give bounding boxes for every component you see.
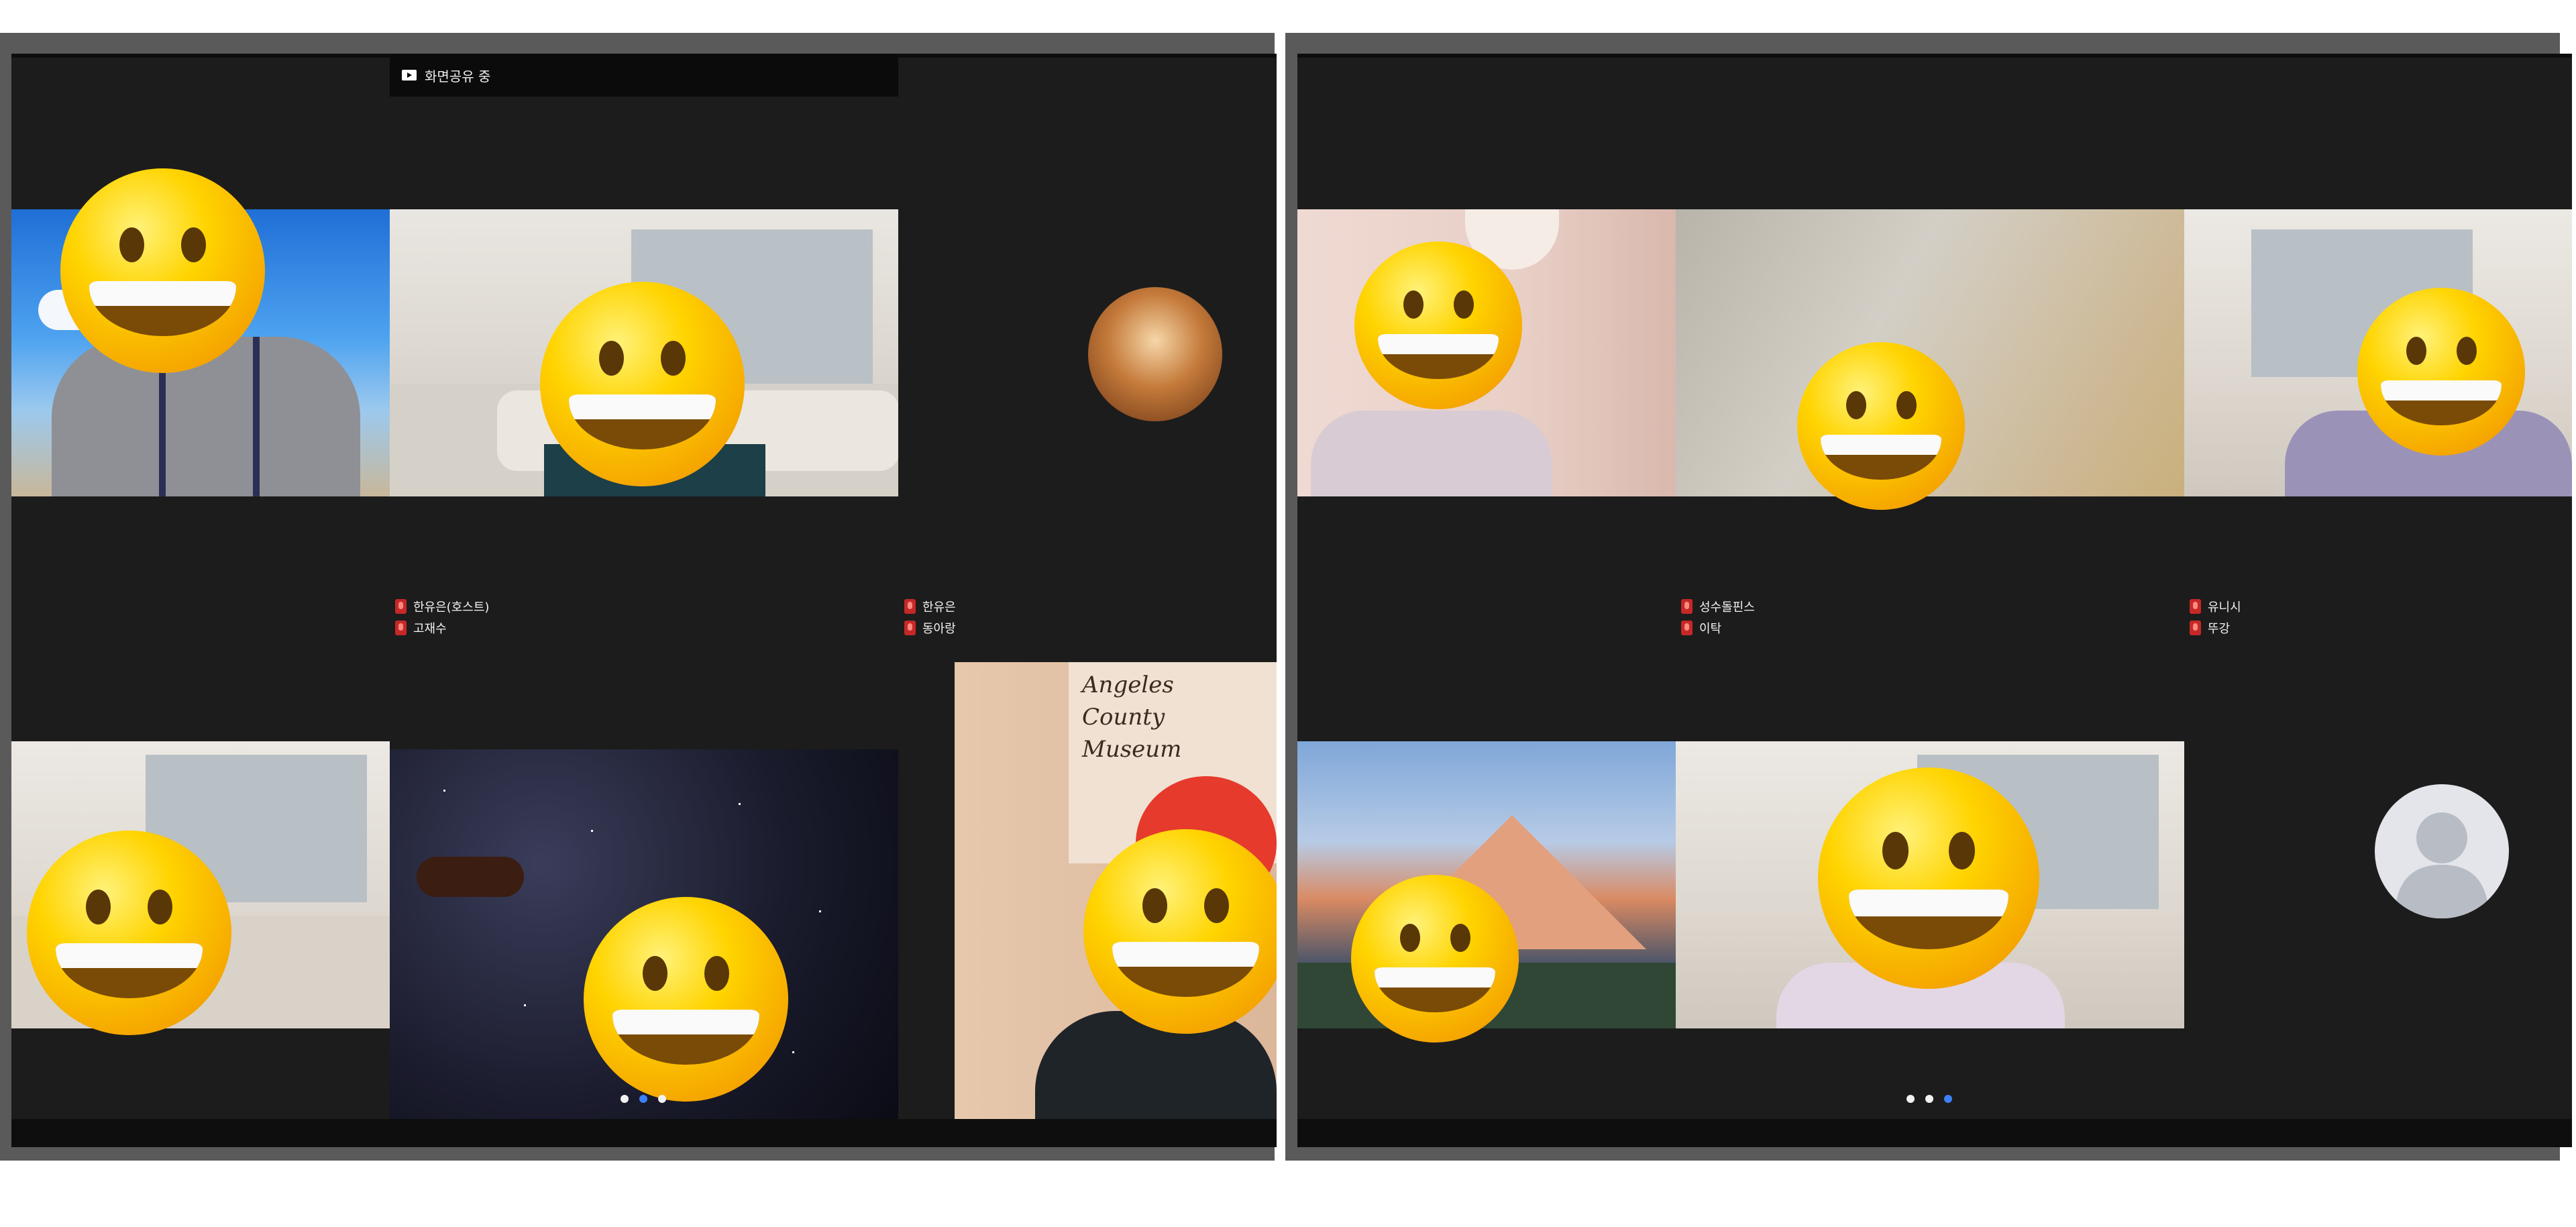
page-dot[interactable] (1907, 1095, 1915, 1103)
bottom-bar (1297, 1119, 2572, 1147)
participant-name: 이탁 (1699, 622, 1722, 636)
mic-muted-icon (904, 599, 916, 614)
mic-muted-icon (395, 599, 407, 614)
participant-name: 한유은 (922, 600, 956, 615)
face-cover-emoji (1351, 875, 1519, 1043)
page-dot-active[interactable] (1944, 1095, 1952, 1103)
participant-avatar[interactable] (1088, 287, 1222, 421)
participant-name: 동아랑 (922, 622, 956, 636)
face-cover-emoji (1797, 342, 1965, 510)
screen-share-banner[interactable]: 화면공유 중 (390, 54, 898, 97)
page-indicator[interactable] (1907, 1095, 1952, 1103)
screen-share-label: 화면공유 중 (425, 68, 491, 85)
name-tag-group-1: 성수돌핀스 이탁 (1681, 598, 1755, 637)
face-cover-emoji (2357, 288, 2525, 456)
screen-share-icon (402, 70, 417, 81)
face-cover-emoji (27, 831, 231, 1035)
participant-name: 한유은(호스트) (413, 600, 490, 615)
face-cover-emoji (540, 282, 745, 486)
status-strip (1297, 54, 2572, 58)
page-dot[interactable] (658, 1095, 666, 1103)
page-indicator[interactable] (621, 1095, 666, 1103)
name-tag-group-1: 한유은(호스트) 고재수 (395, 598, 489, 637)
left-meeting-screen: 화면공유 중 한유은(호스트) 고재수 한유은 동아랑 Angeles Coun… (11, 54, 1277, 1147)
participant-name: 성수돌핀스 (1699, 600, 1755, 615)
right-meeting-screen: 성수돌핀스 이탁 유니시 뚜강 (1297, 54, 2572, 1147)
person-silhouette-icon (2395, 812, 2489, 918)
mic-muted-icon (1681, 621, 1693, 635)
bottom-bar (11, 1119, 1277, 1147)
name-tag-group-2: 한유은 동아랑 (904, 598, 956, 637)
mic-muted-icon (2190, 599, 2201, 614)
person-silhouette-icon[interactable] (2375, 784, 2509, 918)
mic-muted-icon (395, 621, 407, 635)
face-cover-emoji (1083, 829, 1277, 1034)
participant-name: 뚜강 (2208, 622, 2231, 636)
face-cover-emoji (60, 168, 265, 373)
face-cover-emoji (584, 897, 788, 1102)
poster-text: Angeles County Museum (1082, 672, 1182, 763)
mic-muted-icon (1681, 599, 1693, 614)
face-cover-emoji (1818, 767, 2039, 989)
mic-muted-icon (904, 621, 916, 635)
page-dot[interactable] (1925, 1095, 1933, 1103)
right-device-frame: 성수돌핀스 이탁 유니시 뚜강 (1285, 33, 2572, 1161)
left-device-frame: 화면공유 중 한유은(호스트) 고재수 한유은 동아랑 Angeles Coun… (0, 33, 1277, 1161)
page-dot-active[interactable] (639, 1095, 647, 1103)
mic-muted-icon (2190, 621, 2201, 635)
participant-name: 유니시 (2208, 600, 2241, 615)
participant-name: 고재수 (413, 622, 447, 636)
page-dot[interactable] (621, 1095, 629, 1103)
face-cover-emoji (1354, 242, 1522, 409)
name-tag-group-2: 유니시 뚜강 (2190, 598, 2241, 637)
